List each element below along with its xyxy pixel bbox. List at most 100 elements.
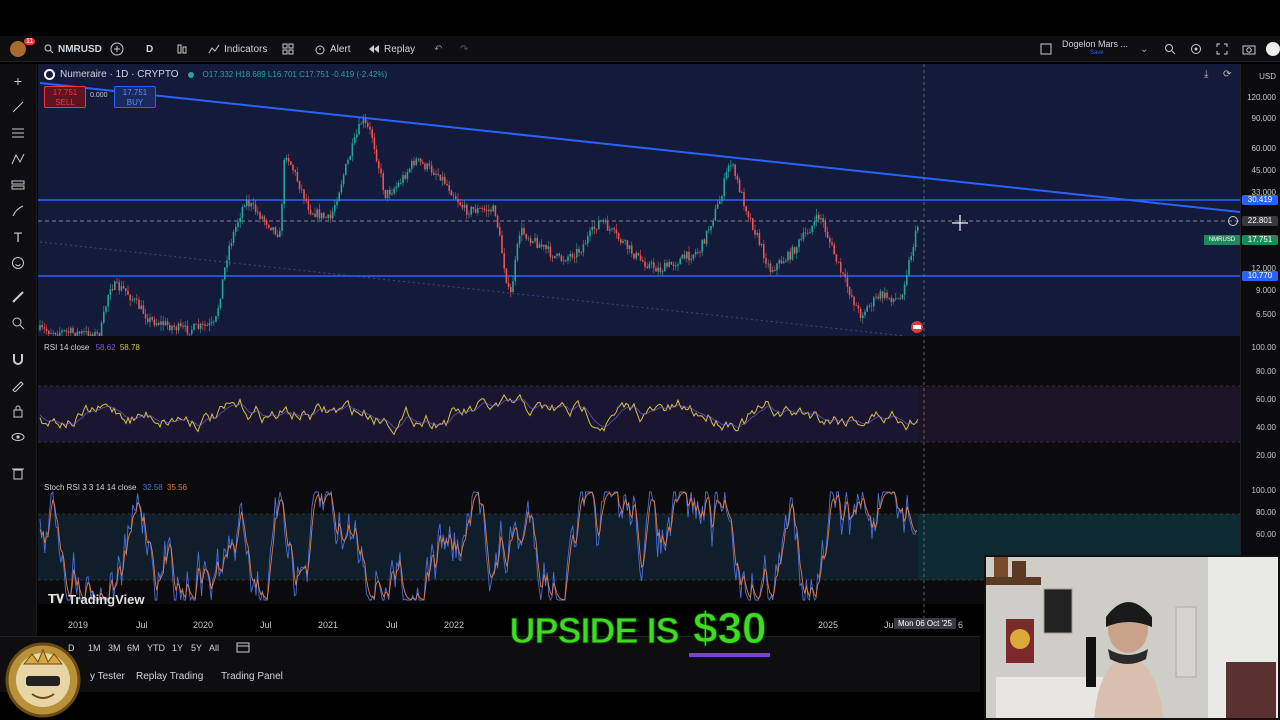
tab-replay-trading[interactable]: Replay Trading (136, 671, 203, 682)
templates-button[interactable] (282, 36, 298, 62)
pattern-tool-button[interactable] (9, 150, 27, 168)
price-tick: 120.000 (1247, 93, 1276, 102)
user-avatar[interactable]: 11 (10, 36, 36, 62)
interval-button[interactable]: D (146, 36, 153, 62)
zoom-tool-button[interactable] (9, 314, 27, 332)
magnet-tool-button[interactable] (9, 350, 27, 368)
redo-button[interactable]: ↷ (460, 36, 468, 62)
candle-body (455, 196, 457, 200)
undo-button[interactable]: ↶ (434, 36, 442, 62)
currency-label[interactable]: USD (1259, 72, 1276, 81)
candle-body (336, 201, 338, 206)
indicators-button[interactable]: Indicators (208, 36, 267, 62)
candle-body (611, 228, 613, 230)
candle-body (195, 323, 197, 325)
text-tool-button[interactable]: T (9, 228, 27, 246)
candle-body (809, 232, 811, 234)
stoch-legend[interactable]: Stoch RSI 3 3 14 14 close 32.58 35.56 (44, 483, 187, 492)
candle-body (417, 158, 420, 160)
candle-body (741, 192, 743, 193)
tab-trading-panel[interactable]: Trading Panel (221, 671, 283, 682)
candle-body (584, 243, 587, 245)
candle-body (725, 171, 728, 179)
replay-button[interactable]: Replay (368, 36, 415, 62)
candle-body (358, 123, 360, 135)
buy-button[interactable]: 17.751 BUY (114, 86, 156, 108)
candle-body (180, 323, 182, 326)
candle-body (406, 172, 409, 179)
scroll-to-latest-button[interactable]: ⤓ (1204, 69, 1208, 80)
candle-body (501, 235, 503, 254)
candle-body (274, 227, 277, 235)
reset-chart-button[interactable]: ⟳ (1223, 69, 1231, 80)
lock-drawings-button[interactable] (9, 402, 27, 420)
stay-drawing-button[interactable] (9, 376, 27, 394)
candle-body (312, 213, 314, 215)
hide-drawings-button[interactable] (9, 428, 27, 446)
candle-body (41, 325, 43, 328)
layout-toggle[interactable] (1040, 36, 1056, 62)
candle-body (633, 253, 635, 259)
candle-body (254, 204, 257, 212)
legend-title[interactable]: Numeraire · 1D · CRYPTO (60, 69, 179, 80)
candle-body (507, 282, 510, 287)
profile-icon (1266, 42, 1280, 56)
tab-strategy-tester[interactable]: y Tester (90, 671, 125, 682)
candle-body (239, 217, 241, 223)
candle-body (307, 200, 310, 210)
candle-body (131, 299, 134, 301)
candle-body (888, 297, 890, 299)
ruler-tool-button[interactable] (9, 288, 27, 306)
candle-body (518, 235, 521, 245)
fullscreen-button[interactable] (1216, 36, 1232, 62)
price-tick: 6.500 (1255, 310, 1276, 319)
candle-body (787, 251, 789, 261)
brush-tool-button[interactable] (9, 202, 27, 220)
candle-body (540, 244, 543, 247)
candle-body (177, 323, 180, 331)
fib-tool-button[interactable] (9, 124, 27, 142)
candle-body (587, 236, 589, 244)
publish-button[interactable] (1266, 36, 1280, 62)
webcam-overlay (984, 555, 1280, 720)
quick-search-button[interactable] (1164, 36, 1180, 62)
settings-button[interactable] (1190, 36, 1206, 62)
compare-button[interactable] (110, 36, 128, 62)
search-icon (44, 44, 54, 54)
candle-body (505, 268, 508, 283)
price-tag-upper-level: 30.419 (1242, 195, 1278, 205)
candle-body (219, 298, 222, 309)
forecast-tool-button[interactable] (9, 176, 27, 194)
candle-body (287, 157, 290, 162)
candle-body (400, 182, 402, 184)
price-axis[interactable]: USD 120.000 90.000 60.000 45.000 33.000 … (1240, 64, 1280, 620)
candle-body (903, 284, 906, 295)
candle-body (164, 321, 167, 326)
candle-body (516, 244, 519, 260)
chart-type-button[interactable] (176, 36, 192, 62)
candle-body (386, 189, 389, 198)
cursor-tool-button[interactable]: + (9, 72, 27, 90)
candle-body (908, 260, 910, 275)
candle-body (527, 238, 530, 240)
candle-body (298, 181, 301, 190)
candle-body (512, 281, 514, 293)
sell-button[interactable]: 17.751 SELL (44, 86, 86, 108)
layout-name-button[interactable]: Dogelon Mars ... Save (1062, 36, 1128, 62)
rsi-legend[interactable]: RSI 14 close 58.62 58.78 (44, 343, 140, 352)
alert-button[interactable]: Alert (314, 36, 351, 62)
candle-body (554, 255, 556, 258)
remove-drawings-button[interactable] (9, 464, 27, 482)
add-alert-icon[interactable] (1228, 216, 1238, 226)
snapshot-button[interactable] (1242, 36, 1260, 62)
candle-body (422, 162, 424, 164)
candle-body (83, 331, 85, 333)
candle-body (604, 220, 607, 222)
gear-icon (1191, 44, 1201, 54)
candle-body (279, 230, 281, 238)
emoji-tool-button[interactable] (9, 254, 27, 272)
trendline-tool-button[interactable] (9, 98, 27, 116)
layout-dropdown[interactable]: ⌄ (1140, 36, 1148, 62)
symbol-search-button[interactable]: NMRUSD (44, 36, 102, 62)
candle-body (224, 267, 226, 280)
